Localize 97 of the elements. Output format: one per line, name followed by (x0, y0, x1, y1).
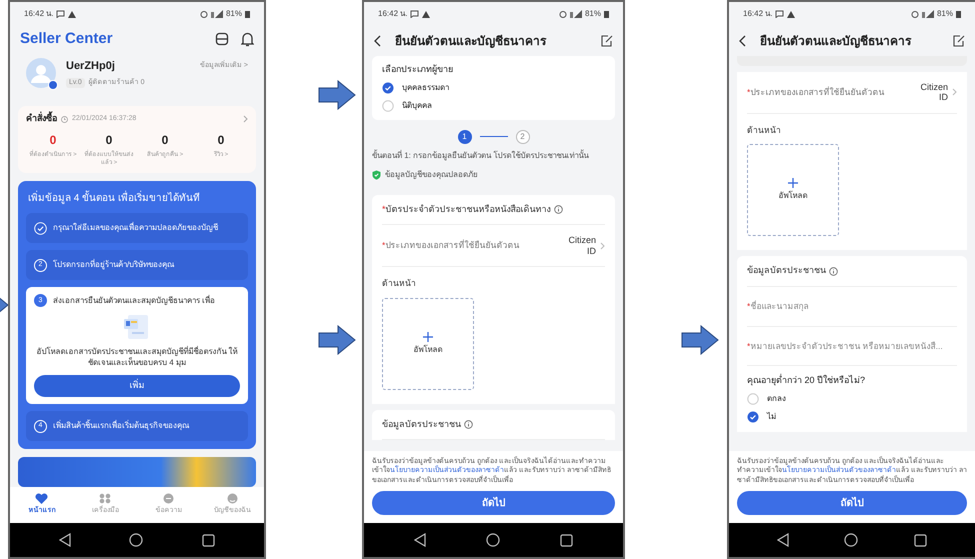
step-indicator: 1 (458, 130, 472, 144)
avatar-placeholder-icon (26, 58, 58, 90)
message-icon (775, 10, 784, 18)
tools-grid-icon (99, 493, 112, 504)
warning-icon (787, 10, 796, 18)
home-icon[interactable] (844, 533, 858, 547)
radio-label[interactable]: นิติบุคคล (402, 100, 432, 112)
alarm-icon (200, 10, 208, 18)
radio-unselected-icon[interactable] (382, 100, 394, 112)
order-count: 0 (106, 132, 112, 149)
plus-icon (788, 178, 798, 188)
order-count: 0 (218, 132, 224, 149)
next-button[interactable]: ถัดไป (372, 491, 615, 515)
battery-level: 81% (226, 8, 242, 20)
arrow-icon (681, 325, 719, 355)
next-button[interactable]: ถัดไป (737, 491, 967, 515)
seller-name: UerZHp0j (66, 59, 115, 74)
notification-bell-icon[interactable] (241, 32, 254, 46)
text-input-field[interactable]: *หมายเลขประจำตัวประชาชน หรือหมายเลขหนังสื... (747, 326, 957, 366)
question-label: เลือกประเภทผู้ขาย (382, 63, 454, 76)
section-title: *บัตรประจำตัวประชาชนหรือหนังสือเดินทาง (382, 202, 551, 216)
home-icon[interactable] (486, 533, 500, 547)
info-icon[interactable] (554, 204, 563, 214)
step-title: กรุณาใส่อีเมลของคุณเพื่อความปลอดภัยของบัญชี (53, 222, 218, 234)
radio-label[interactable]: ไม่ (767, 411, 776, 424)
arrow-icon (318, 80, 356, 110)
orders-title: คำสั่งซื้อ (26, 112, 57, 126)
status-time: 16:42 น. (378, 8, 408, 20)
edit-note-icon[interactable] (601, 35, 613, 47)
recent-apps-icon[interactable] (202, 534, 215, 546)
plus-icon (423, 332, 433, 342)
signal-icon (922, 10, 934, 18)
upload-label: ด้านหน้า (382, 276, 417, 290)
question-label: คุณอายุต่ำกว่า 20 ปีใช่หรือไม่? (747, 374, 866, 388)
promo-banner-image[interactable] (18, 457, 256, 487)
text-input-field[interactable]: *ชื่อและนามสกุล (747, 286, 957, 327)
order-count: 0 (50, 132, 56, 149)
document-type-select[interactable]: *ประเภทของเอกสารที่ใช้ยืนยันตัวตน Citizen ID (382, 225, 605, 267)
app-title: Seller Center (20, 28, 113, 49)
home-icon[interactable] (129, 533, 144, 547)
edit-note-icon[interactable] (953, 35, 965, 47)
info-icon[interactable] (829, 266, 838, 276)
upload-button[interactable]: อัพโหลด (747, 144, 839, 236)
back-icon[interactable] (414, 533, 426, 547)
page-title: ยืนยันตัวตนและบัญชีธนาคาร (760, 33, 912, 50)
alarm-icon (558, 10, 567, 18)
chevron-right-icon (600, 242, 605, 250)
back-icon[interactable] (776, 533, 789, 547)
radio-selected-icon[interactable] (747, 411, 759, 424)
status-time: 16:42 น. (24, 8, 54, 20)
clock-icon (61, 116, 68, 123)
page-title: ยืนยันตัวตนและบัญชีธนาคาร (395, 33, 548, 50)
recent-apps-icon[interactable] (560, 534, 573, 546)
battery-level: 81% (584, 8, 601, 20)
radio-label[interactable]: บุคคลธรรมดา (402, 82, 449, 94)
arrow-icon (318, 325, 356, 355)
battery-icon (956, 10, 961, 18)
upload-label: ด้านหน้า (747, 124, 782, 136)
step-indicator: 2 (516, 130, 530, 144)
signal-icon (210, 10, 223, 18)
chevron-right-icon (952, 88, 957, 96)
stepper-line (480, 136, 508, 137)
step-title: ส่งเอกสารยืนยันตัวตนและสมุดบัญชีธนาคาร เพื่อ (53, 294, 216, 307)
onboarding-title: เพิ่มข้อมูล 4 ขั้นตอน เพื่อเริ่มขายได้ทันที (26, 191, 248, 206)
warning-icon (422, 10, 430, 18)
step-title: โปรดกรอกที่อยู่ร้านค้า/บริษัทของคุณ (53, 259, 174, 272)
step-description: อัปโหลดเอกสารบัตรประชาชนและสมุดบัญชีที่มีชื่อตรงกัน ให้ชัดเจนและเห็นขอบครบ 4 มุม (35, 347, 239, 369)
radio-selected-icon[interactable] (382, 82, 394, 94)
shield-check-icon (372, 170, 381, 180)
order-count: 0 (162, 132, 168, 149)
recent-apps-icon[interactable] (914, 534, 928, 546)
radio-label[interactable]: ตกลง (767, 393, 786, 406)
signal-icon (570, 10, 582, 18)
scan-icon[interactable] (215, 32, 229, 46)
radio-unselected-icon[interactable] (747, 393, 759, 406)
step-instruction: ขั้นตอนที่ 1: กรอกข้อมูลยืนยันตัวตน โปรดใช้บัตรประชาชนเท่านั้น (372, 150, 590, 161)
upload-button[interactable]: อัพโหลด (382, 298, 474, 390)
alarm-icon (910, 10, 919, 18)
message-icon (56, 10, 66, 18)
check-circle-icon (34, 222, 47, 235)
message-icon (410, 10, 420, 18)
back-icon[interactable] (59, 533, 72, 547)
security-note: ข้อมูลบัญชีของคุณปลอดภัย (385, 168, 478, 181)
shop-heart-icon (35, 493, 48, 504)
add-button[interactable]: เพิ่ม (34, 375, 240, 397)
battery-icon (604, 10, 609, 18)
step-title: เพิ่มสินค้าชิ้นแรกเพื่อเริ่มต้นธุรกิจของคุณ (53, 420, 189, 432)
step-row[interactable]: กรุณาใส่อีเมลของคุณเพื่อความปลอดภัยของบัญชี (26, 213, 248, 244)
account-icon (226, 493, 238, 504)
battery-level: 81% (936, 8, 953, 20)
section-title: ข้อมูลบัตรประชาชน (747, 264, 826, 278)
section-title: ข้อมูลบัตรประชาชน (382, 418, 461, 432)
document-type-select[interactable]: *ประเภทของเอกสารที่ใช้ยืนยันตัวตน Citizen ID (747, 72, 957, 114)
status-time: 16:42 น. (743, 8, 772, 20)
battery-icon (245, 10, 250, 18)
warning-icon (68, 10, 76, 18)
info-icon[interactable] (464, 420, 473, 429)
